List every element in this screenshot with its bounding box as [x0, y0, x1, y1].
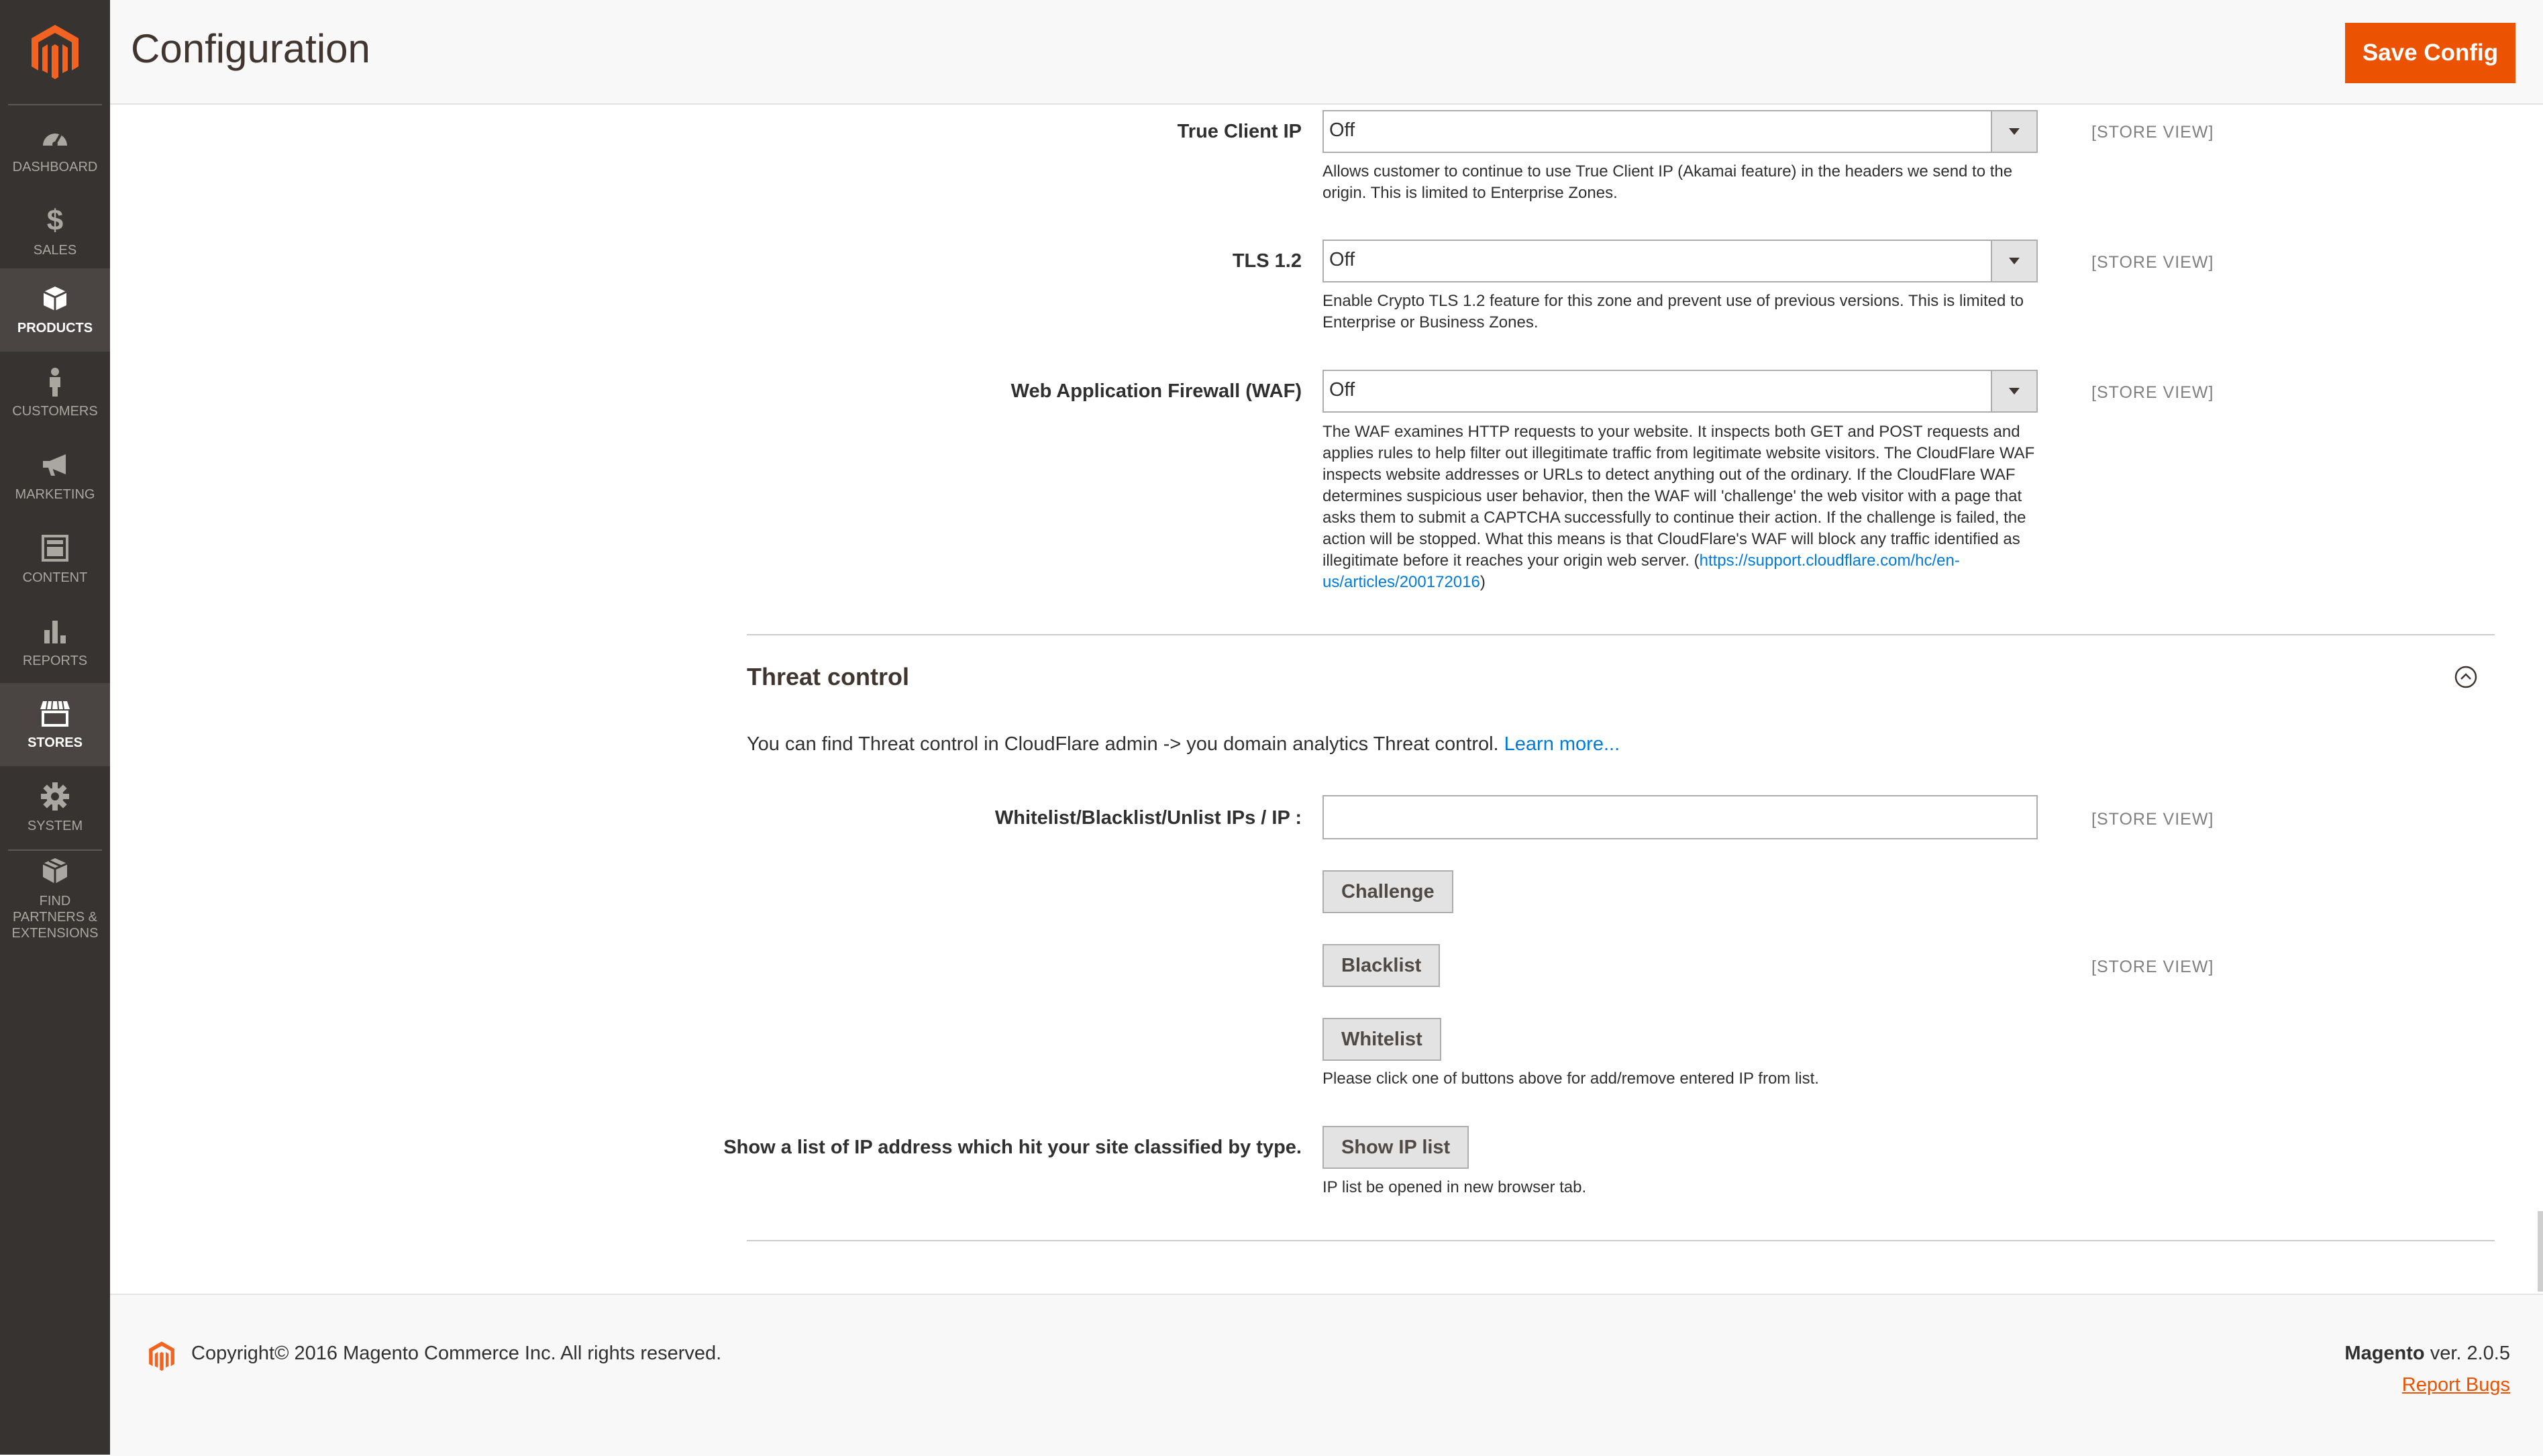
- section-divider: [747, 634, 2495, 635]
- bar-chart-icon: [40, 617, 70, 646]
- sidebar-item-label: SALES: [33, 243, 77, 258]
- challenge-button[interactable]: Challenge: [1322, 870, 1453, 913]
- scope-label: [STORE VIEW]: [2091, 253, 2214, 272]
- save-config-button[interactable]: Save Config: [2345, 23, 2515, 83]
- sidebar-item-reports[interactable]: REPORTS: [0, 601, 110, 684]
- storefront-icon: [40, 698, 70, 728]
- brand-name: Magento: [2344, 1343, 2425, 1364]
- chevron-down-icon: [1991, 371, 2036, 411]
- magento-logo-icon: [32, 24, 79, 79]
- box-icon: [40, 284, 70, 313]
- blocks-icon: [40, 857, 70, 886]
- sidebar-item-content[interactable]: CONTENT: [0, 518, 110, 601]
- page-title: Configuration: [131, 26, 370, 71]
- ip-input[interactable]: [1322, 795, 2038, 839]
- buttons-note: Please click one of buttons above for ad…: [1322, 1070, 1819, 1088]
- intro-text: You can find Threat control in CloudFlar…: [747, 733, 1499, 755]
- tls-note: Enable Crypto TLS 1.2 feature for this z…: [1322, 292, 2024, 331]
- blacklist-button[interactable]: Blacklist: [1322, 944, 1441, 987]
- true-client-ip-note: Allows customer to continue to use True …: [1322, 162, 2013, 202]
- sidebar-divider: [8, 849, 102, 851]
- show-ip-list-button[interactable]: Show IP list: [1322, 1126, 1469, 1169]
- layout-icon: [40, 533, 70, 563]
- threat-control-intro: You can find Threat control in CloudFlar…: [747, 733, 1620, 756]
- scrollbar[interactable]: [2538, 1211, 2543, 1292]
- tls-label: TLS 1.2: [1232, 250, 1302, 272]
- page-footer: Copyright© 2016 Magento Commerce Inc. Al…: [110, 1294, 2543, 1456]
- megaphone-icon: [40, 450, 70, 480]
- sidebar-item-label: CUSTOMERS: [12, 404, 98, 419]
- waf-note-close: ): [1480, 573, 1486, 591]
- waf-select[interactable]: Off: [1322, 370, 2038, 413]
- magento-logo[interactable]: [0, 0, 110, 103]
- select-value: Off: [1329, 379, 1355, 401]
- waf-note-open: (: [1694, 552, 1700, 570]
- magento-footer-logo-icon: [148, 1341, 175, 1375]
- sidebar-item-sales[interactable]: $ SALES: [0, 191, 110, 274]
- ip-list-label: Show a list of IP address which hit your…: [723, 1137, 1302, 1158]
- learn-more-link[interactable]: Learn more...: [1504, 733, 1620, 755]
- sidebar-item-label: CONTENT: [22, 570, 88, 585]
- copyright-text: Copyright© 2016 Magento Commerce Inc. Al…: [191, 1343, 722, 1364]
- sidebar-item-label: REPORTS: [22, 654, 88, 668]
- scope-label: [STORE VIEW]: [2091, 123, 2214, 142]
- scope-label: [STORE VIEW]: [2091, 383, 2214, 402]
- sidebar-item-label: STORES: [28, 735, 83, 750]
- chevron-down-icon: [1991, 241, 2036, 281]
- sidebar-item-label: SYSTEM: [27, 819, 83, 833]
- admin-sidebar: DASHBOARD $ SALES PRODUCTS CUSTOMERS MAR…: [0, 0, 110, 1455]
- sidebar-item-stores[interactable]: STORES: [0, 683, 110, 766]
- waf-note-text: The WAF examines HTTP requests to your w…: [1322, 423, 2035, 570]
- threat-control-title[interactable]: Threat control: [747, 663, 909, 691]
- section-divider: [747, 1240, 2495, 1241]
- gear-icon: [40, 782, 70, 811]
- scope-label: [STORE VIEW]: [2091, 810, 2214, 829]
- sidebar-item-label: DASHBOARD: [12, 160, 98, 174]
- version-info: Magento ver. 2.0.5: [2344, 1343, 2510, 1365]
- sidebar-item-system[interactable]: SYSTEM: [0, 766, 110, 849]
- dashboard-icon: [40, 123, 70, 152]
- page-header: Configuration Save Config: [110, 0, 2543, 105]
- select-value: Off: [1329, 119, 1355, 141]
- sidebar-item-dashboard[interactable]: DASHBOARD: [0, 107, 110, 191]
- tls-select[interactable]: Off: [1322, 240, 2038, 282]
- scope-label: [STORE VIEW]: [2091, 957, 2214, 976]
- sidebar-item-customers[interactable]: CUSTOMERS: [0, 352, 110, 435]
- version-text: ver. 2.0.5: [2424, 1343, 2510, 1364]
- show-ip-note: IP list be opened in new browser tab.: [1322, 1178, 1587, 1196]
- waf-label: Web Application Firewall (WAF): [1010, 380, 1302, 402]
- sidebar-item-label: MARKETING: [15, 487, 95, 502]
- waf-note: The WAF examines HTTP requests to your w…: [1322, 421, 2047, 593]
- sidebar-divider: [8, 104, 102, 105]
- sidebar-item-label: FIND PARTNERS & EXTENSIONS: [11, 894, 99, 941]
- true-client-ip-select[interactable]: Off: [1322, 110, 2038, 153]
- whitelist-button[interactable]: Whitelist: [1322, 1018, 1441, 1061]
- report-bugs-link[interactable]: Report Bugs: [2402, 1374, 2510, 1396]
- sidebar-item-find-partners[interactable]: FIND PARTNERS & EXTENSIONS: [0, 852, 110, 946]
- sidebar-item-label: PRODUCTS: [17, 321, 93, 335]
- select-value: Off: [1329, 249, 1355, 270]
- ip-field-label: Whitelist/Blacklist/Unlist IPs / IP :: [994, 807, 1302, 829]
- person-icon: [40, 367, 70, 397]
- chevron-down-icon: [1991, 111, 2036, 152]
- dollar-icon: $: [46, 204, 64, 237]
- true-client-ip-label: True Client IP: [1177, 121, 1302, 142]
- collapse-icon[interactable]: [2454, 666, 2477, 688]
- sidebar-item-products[interactable]: PRODUCTS: [0, 268, 110, 352]
- sidebar-item-marketing[interactable]: MARKETING: [0, 435, 110, 518]
